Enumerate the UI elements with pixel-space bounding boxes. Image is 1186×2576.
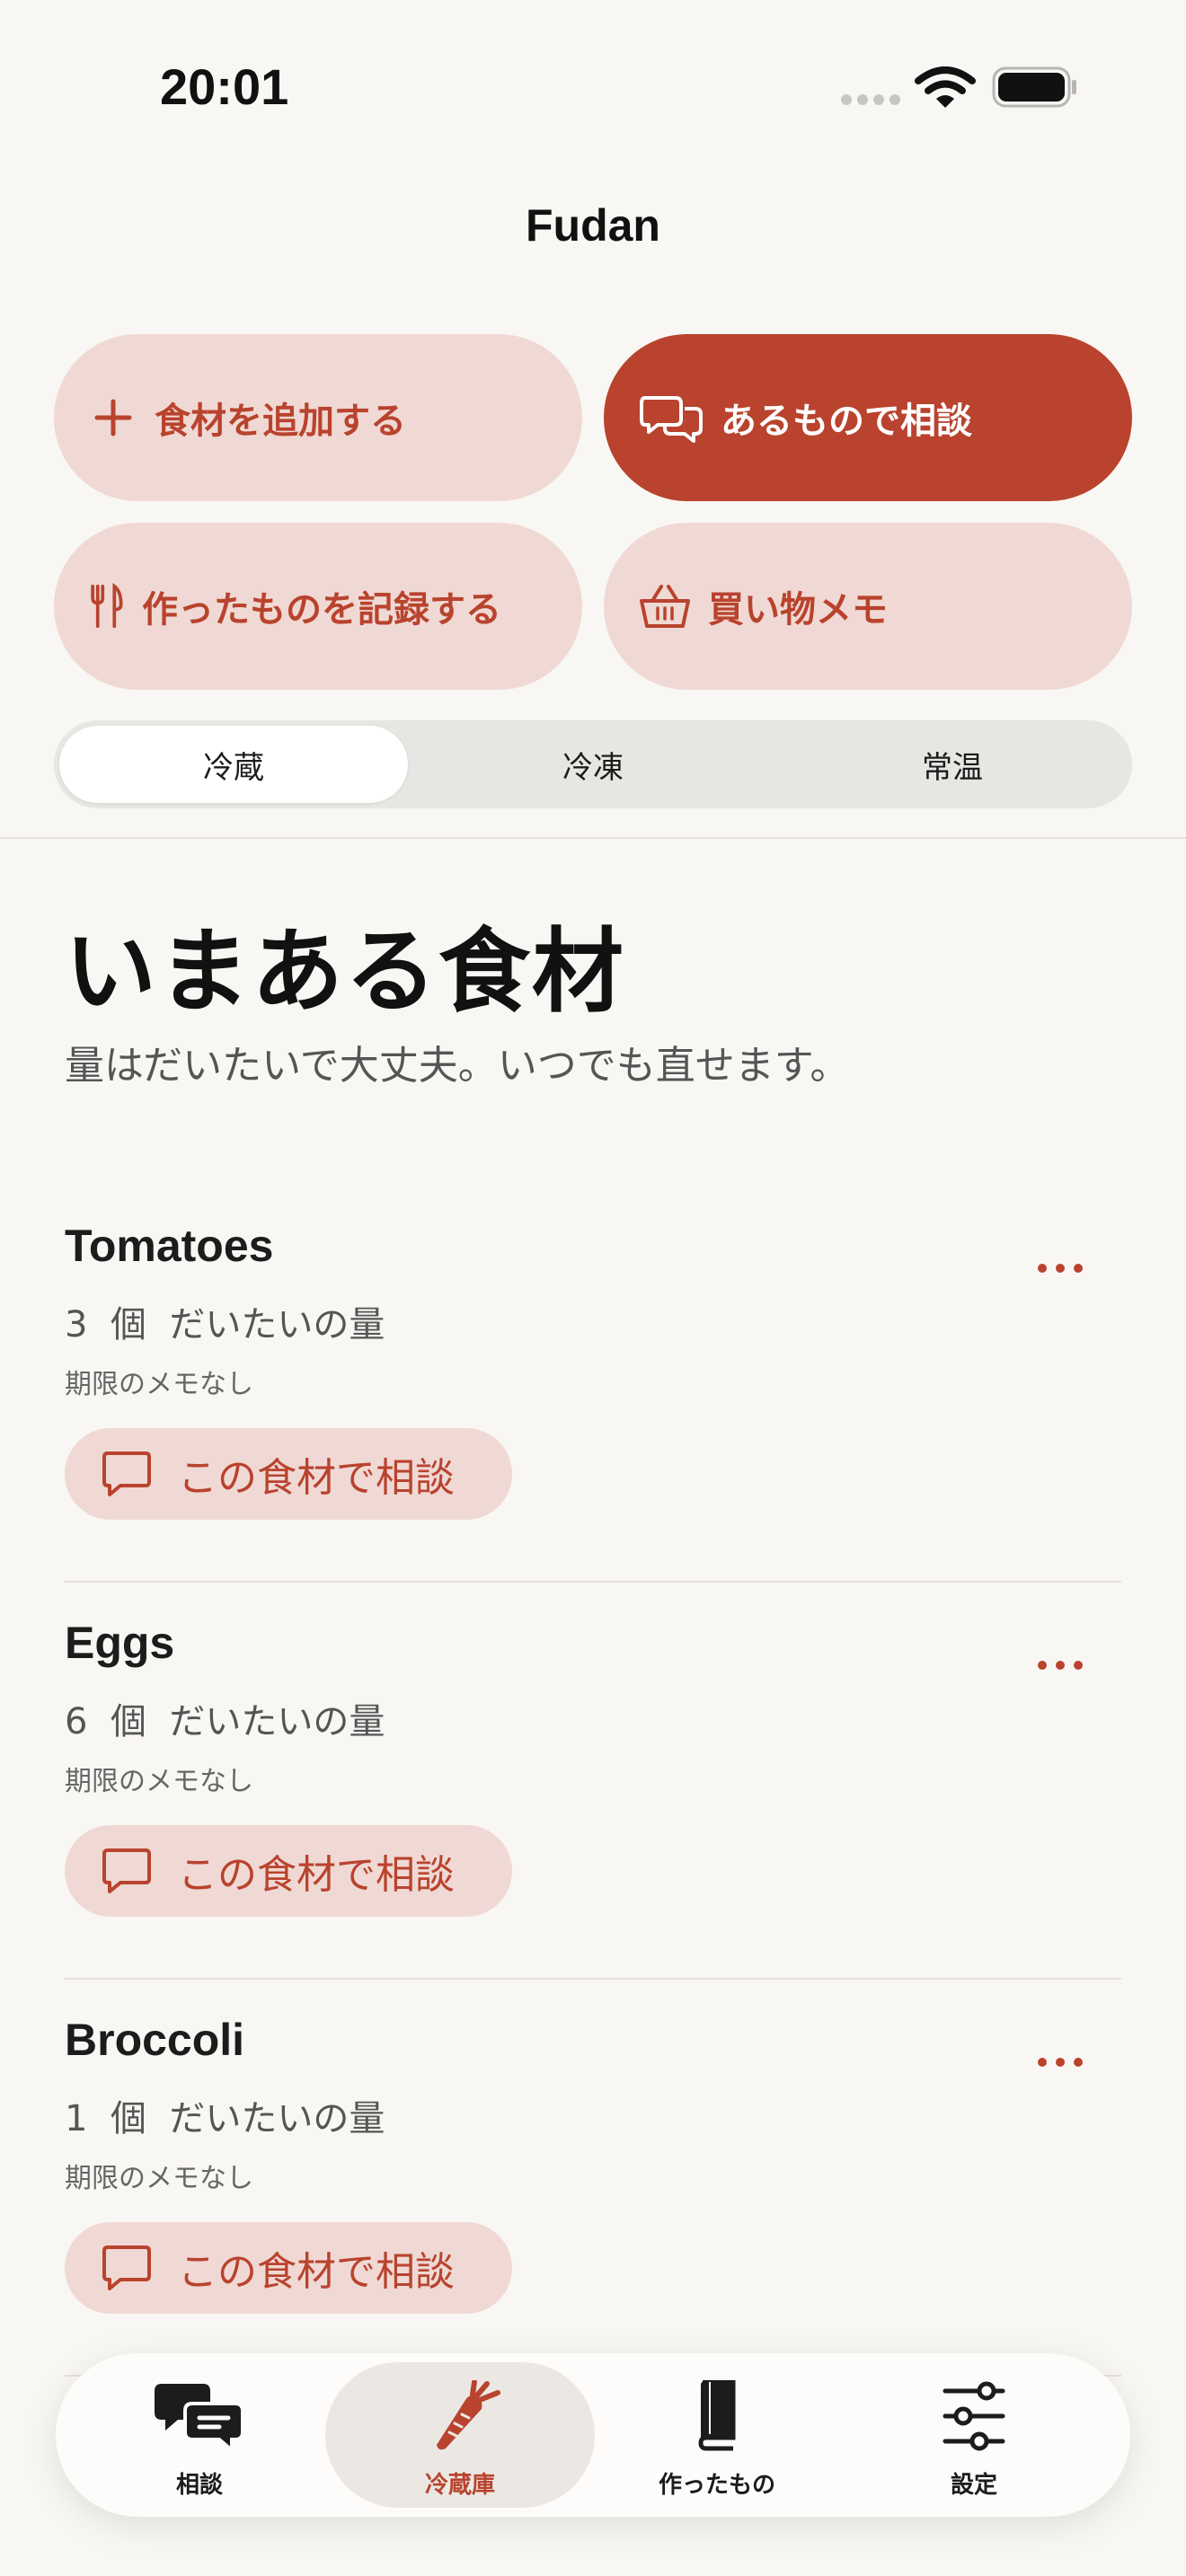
ingredient-expiry: 期限のメモなし bbox=[65, 2163, 253, 2194]
header-divider bbox=[0, 837, 1186, 839]
tab-consult[interactable]: 相談 bbox=[65, 2362, 334, 2508]
tab-settings[interactable]: 設定 bbox=[839, 2362, 1109, 2508]
wifi-icon bbox=[915, 66, 976, 108]
chat-bubble-icon bbox=[102, 1848, 151, 1893]
ingredient-quantity: 1 個 だいたいの量 bbox=[65, 2098, 385, 2139]
ingredient-item: Tomatoes 3 個 だいたいの量 期限のメモなし この食材で相談 bbox=[65, 1220, 1121, 1617]
shopping-memo-button[interactable]: 買い物メモ bbox=[604, 523, 1132, 690]
ingredient-item: Eggs 6 個 だいたいの量 期限のメモなし この食材で相談 bbox=[65, 1617, 1121, 2014]
carrot-icon bbox=[437, 2380, 500, 2450]
ingredient-item: Broccoli 1 個 だいたいの量 期限のメモなし この食材で相談 bbox=[65, 2014, 1121, 2411]
chat-bubble-icon bbox=[102, 1451, 151, 1496]
tab-bar: 相談 冷蔵庫 作ったもの 設定 bbox=[56, 2353, 1130, 2517]
chat-bubbles-icon bbox=[640, 396, 703, 443]
tab-consult-label: 相談 bbox=[175, 2472, 223, 2499]
tab-made-label: 作ったもの bbox=[658, 2472, 775, 2499]
segment-room-temperature[interactable]: 常温 bbox=[778, 726, 1127, 803]
ingredient-expiry: 期限のメモなし bbox=[65, 1766, 253, 1797]
status-time: 20:01 bbox=[160, 58, 289, 115]
storage-segmented-control: 冷蔵 冷凍 常温 bbox=[54, 720, 1132, 808]
battery-icon bbox=[992, 66, 1076, 108]
page-title: Fudan bbox=[526, 200, 660, 251]
tab-fridge[interactable]: 冷蔵庫 bbox=[325, 2362, 595, 2508]
ingredient-quantity: 6 個 だいたいの量 bbox=[65, 1701, 385, 1742]
shopping-memo-label: 買い物メモ bbox=[708, 589, 888, 631]
section-title: いまある食材 bbox=[65, 918, 625, 1026]
more-options-icon[interactable] bbox=[1035, 1259, 1085, 1277]
ingredient-name: Broccoli bbox=[65, 2015, 245, 2065]
ingredient-name: Eggs bbox=[65, 1618, 175, 1668]
ingredient-quantity: 3 個 だいたいの量 bbox=[65, 1304, 385, 1345]
basket-icon bbox=[640, 585, 690, 628]
record-made-label: 作ったものを記録する bbox=[142, 589, 501, 631]
tab-fridge-label: 冷蔵庫 bbox=[424, 2472, 495, 2499]
consult-with-ingredients-label: あるもので相談 bbox=[721, 401, 972, 442]
add-ingredient-button[interactable]: 食材を追加する bbox=[54, 334, 582, 501]
tab-settings-label: 設定 bbox=[950, 2472, 997, 2499]
consult-with-ingredients-button[interactable]: あるもので相談 bbox=[604, 334, 1132, 501]
ingredient-consult-label: この食材で相談 bbox=[178, 1852, 455, 1898]
book-icon bbox=[698, 2380, 736, 2451]
chat-bubble-icon bbox=[102, 2245, 151, 2290]
add-ingredient-label: 食材を追加する bbox=[155, 401, 406, 442]
ingredient-consult-button[interactable]: この食材で相談 bbox=[65, 1825, 512, 1917]
status-bar: 20:01 bbox=[0, 0, 1186, 171]
sliders-icon bbox=[943, 2381, 1005, 2451]
item-divider bbox=[65, 1978, 1121, 1980]
plus-icon bbox=[94, 399, 132, 437]
more-options-icon[interactable] bbox=[1035, 2053, 1085, 2071]
cellular-signal-icon bbox=[841, 94, 900, 105]
ingredient-consult-label: この食材で相談 bbox=[178, 2249, 455, 2295]
ingredient-expiry: 期限のメモなし bbox=[65, 1369, 253, 1400]
ingredient-consult-button[interactable]: この食材で相談 bbox=[65, 2222, 512, 2314]
segment-refrigerated[interactable]: 冷蔵 bbox=[59, 726, 408, 803]
record-made-button[interactable]: 作ったものを記録する bbox=[54, 523, 582, 690]
ingredient-name: Tomatoes bbox=[65, 1221, 274, 1271]
more-options-icon[interactable] bbox=[1035, 1656, 1085, 1674]
chat-bubbles-icon bbox=[155, 2384, 244, 2452]
ingredient-consult-label: この食材で相談 bbox=[178, 1455, 455, 1501]
segment-frozen[interactable]: 冷凍 bbox=[419, 726, 767, 803]
ingredient-consult-button[interactable]: この食材で相談 bbox=[65, 1428, 512, 1520]
item-divider bbox=[65, 1581, 1121, 1583]
section-subtitle: 量はだいたいで大丈夫。いつでも直せます。 bbox=[65, 1043, 850, 1089]
tab-made[interactable]: 作ったもの bbox=[582, 2362, 852, 2508]
fork-knife-icon bbox=[91, 583, 123, 629]
